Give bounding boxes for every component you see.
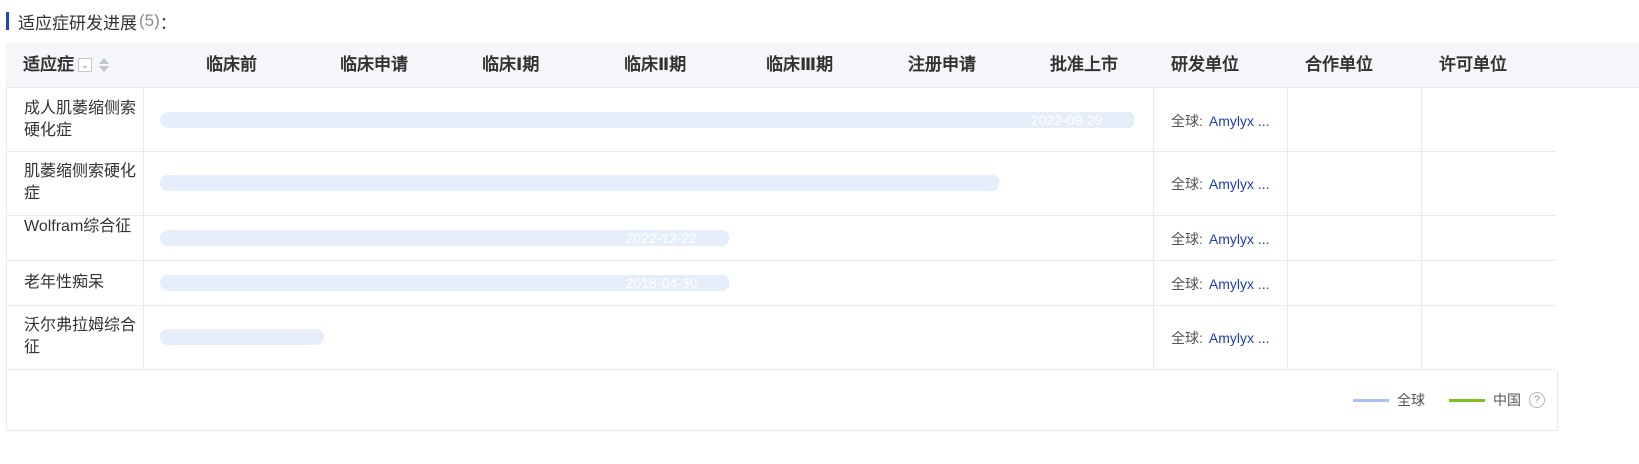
cell-license-org	[1421, 215, 1556, 260]
header-phase-approved: 批准上市	[1050, 55, 1118, 74]
header-partner-org: 合作单位	[1305, 55, 1373, 74]
section-title: 适应症研发进展 (5) ：	[6, 10, 177, 33]
table-header: 适应症 ⌄ 临床前 临床申请 临床Ⅰ期 临床Ⅱ期 临床Ⅲ期 注册申请 批准上市 …	[6, 43, 1639, 88]
table-row: Wolfram综合征 2022-12-22 全球: Amylyx ...	[6, 215, 1556, 261]
cell-partner-org	[1287, 305, 1422, 369]
dev-org-link[interactable]: Amylyx ...	[1209, 276, 1270, 292]
title-accent-bar	[6, 12, 9, 30]
dev-org-link[interactable]: Amylyx ...	[1209, 113, 1270, 129]
cell-license-org	[1421, 305, 1556, 369]
cell-indication: 沃尔弗拉姆综合征	[6, 305, 144, 369]
indication-name[interactable]: 沃尔弗拉姆综合征	[24, 315, 142, 359]
section-title-text: 适应症研发进展	[18, 13, 137, 33]
cell-indication: Wolfram综合征	[6, 215, 144, 260]
table-footer: 全球 中国 ?	[6, 370, 1558, 431]
header-phase-3: 临床Ⅲ期	[766, 55, 834, 74]
phase-date-label: 2022-09-29	[1030, 111, 1103, 128]
header-phase-ind: 临床申请	[340, 55, 408, 74]
indication-name[interactable]: 肌萎缩侧索硬化症	[24, 161, 142, 205]
cell-license-org	[1421, 151, 1556, 215]
cell-partner-org	[1287, 151, 1422, 215]
header-indication: 适应症 ⌄	[23, 43, 109, 87]
header-phase-1: 临床Ⅰ期	[482, 55, 540, 74]
indication-name[interactable]: 老年性痴呆	[24, 272, 142, 294]
dev-org-region: 全球:	[1171, 176, 1203, 192]
indication-name[interactable]: 成人肌萎缩侧索硬化症	[24, 98, 142, 142]
table-row: 沃尔弗拉姆综合征 全球: Amylyx ...	[6, 305, 1556, 370]
dev-org-entry: 全球: Amylyx ...	[1171, 229, 1270, 249]
filter-dropdown-icon[interactable]: ⌄	[78, 58, 92, 72]
legend-item-global: 全球	[1353, 390, 1425, 410]
dev-org-entry: 全球: Amylyx ...	[1171, 328, 1270, 348]
dev-org-entry: 全球: Amylyx ...	[1171, 111, 1270, 131]
cell-license-org	[1421, 260, 1556, 305]
header-phase-preclinical: 临床前	[206, 55, 257, 74]
dev-org-region: 全球:	[1171, 112, 1203, 129]
indication-progress-table: 适应症 ⌄ 临床前 临床申请 临床Ⅰ期 临床Ⅱ期 临床Ⅲ期 注册申请 批准上市 …	[6, 43, 1639, 370]
phase-segment	[160, 175, 999, 191]
help-circle-icon[interactable]: ?	[1529, 392, 1545, 408]
dev-org-link[interactable]: Amylyx ...	[1209, 176, 1270, 192]
phase-date-label: 2022-12-22	[625, 229, 698, 246]
legend-item-china: 中国	[1449, 390, 1521, 410]
header-dev-org: 研发单位	[1171, 55, 1239, 74]
sort-icon[interactable]	[99, 58, 109, 72]
header-phase-2: 临床Ⅱ期	[624, 55, 687, 74]
legend-label-china: 中国	[1493, 392, 1521, 408]
cell-partner-org	[1287, 88, 1422, 151]
cell-partner-org	[1287, 260, 1422, 305]
cell-partner-org	[1287, 215, 1422, 260]
phase-segment	[160, 329, 324, 345]
dev-org-link[interactable]: Amylyx ...	[1209, 330, 1270, 346]
dev-org-entry: 全球: Amylyx ...	[1171, 274, 1270, 294]
cell-dev-org: 全球: Amylyx ...	[1153, 151, 1288, 215]
header-indication-label: 适应症	[23, 55, 74, 74]
cell-dev-org: 全球: Amylyx ...	[1153, 260, 1288, 305]
table-row: 老年性痴呆 2018-04-30 全球: Amylyx ...	[6, 260, 1556, 306]
dev-org-entry: 全球: Amylyx ...	[1171, 174, 1270, 194]
cell-indication: 成人肌萎缩侧索硬化症	[6, 88, 144, 151]
legend: 全球 中国 ?	[1329, 390, 1545, 410]
phase-date-label: 2018-04-30	[625, 274, 698, 291]
cell-indication: 老年性痴呆	[6, 260, 144, 305]
dev-org-link[interactable]: Amylyx ...	[1209, 231, 1270, 247]
cell-license-org	[1421, 88, 1556, 151]
table-row: 肌萎缩侧索硬化症 全球: Amylyx ...	[6, 151, 1556, 216]
header-phase-nda: 注册申请	[908, 55, 976, 74]
cell-dev-org: 全球: Amylyx ...	[1153, 88, 1288, 151]
indication-name[interactable]: Wolfram综合征	[24, 216, 142, 238]
section-title-count: (5)	[139, 11, 160, 30]
dev-org-region: 全球:	[1171, 275, 1203, 292]
dev-org-region: 全球:	[1171, 330, 1203, 346]
cell-indication: 肌萎缩侧索硬化症	[6, 151, 144, 215]
cell-dev-org: 全球: Amylyx ...	[1153, 305, 1288, 369]
legend-line-global	[1353, 398, 1389, 402]
legend-label-global: 全球	[1397, 392, 1425, 408]
cell-dev-org: 全球: Amylyx ...	[1153, 215, 1288, 260]
dev-org-region: 全球:	[1171, 230, 1203, 247]
phase-segment	[160, 111, 1134, 128]
header-license-org: 许可单位	[1439, 55, 1507, 74]
legend-line-china	[1449, 398, 1485, 402]
table-row: 成人肌萎缩侧索硬化症 2022-09-29 全球: Amylyx ...	[6, 88, 1556, 152]
section-title-colon: ：	[159, 13, 177, 33]
